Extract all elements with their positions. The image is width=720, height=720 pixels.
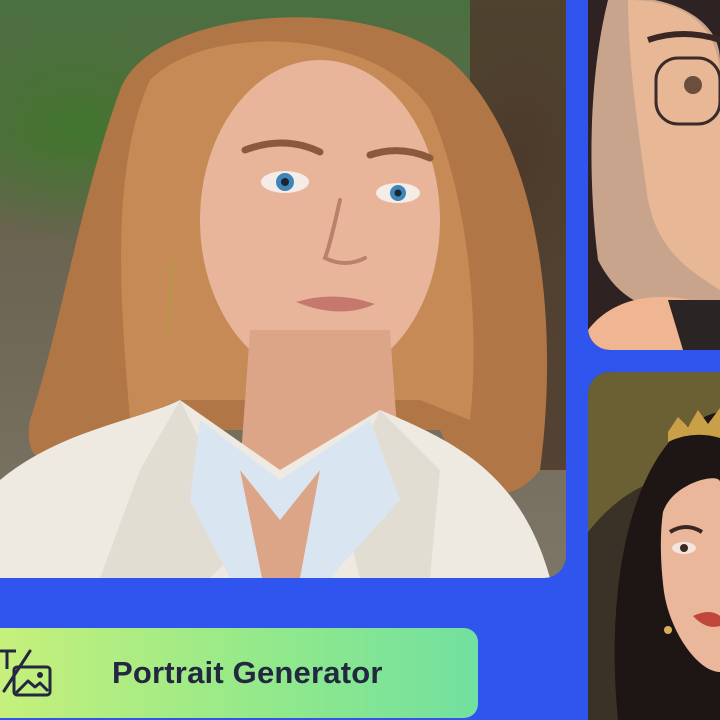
crown-portrait-illustration — [588, 372, 720, 720]
text-to-image-icon — [0, 647, 60, 699]
banner-title: Portrait Generator — [112, 655, 383, 690]
main-portrait-illustration — [0, 0, 566, 578]
bottom-right-portrait-image — [588, 372, 720, 720]
portrait-generator-banner[interactable]: Portrait Generator — [0, 628, 478, 718]
glasses-portrait-illustration — [588, 0, 720, 350]
top-right-portrait-image — [588, 0, 720, 350]
main-portrait-image — [0, 0, 566, 578]
